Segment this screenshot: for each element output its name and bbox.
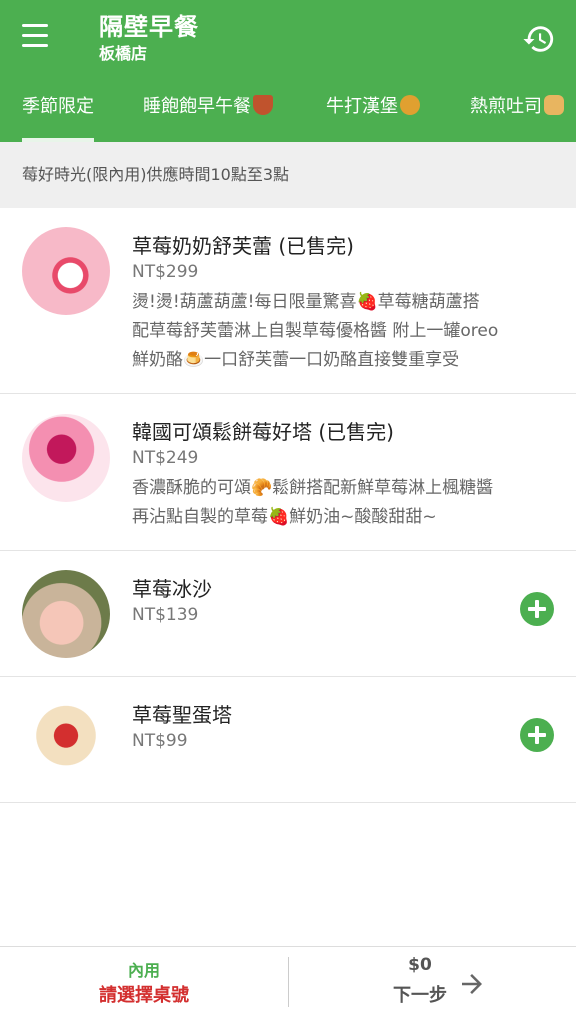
category-tabs: 季節限定 睡飽飽早午餐 牛打漢堡 熱煎吐司 <box>0 76 576 142</box>
item-price: NT$249 <box>132 448 199 468</box>
tab-brunch[interactable]: 睡飽飽早午餐 <box>143 76 273 142</box>
item-photo <box>22 414 110 502</box>
menu-item[interactable]: 草莓聖蛋塔 NT$99 <box>0 677 576 803</box>
item-photo <box>22 696 110 784</box>
heart-icon <box>253 95 273 115</box>
tab-label: 季節限定 <box>22 96 94 117</box>
desc-line: 鮮奶酪🍮一口舒芙蕾一口奶酪直接雙重享受 <box>132 350 460 370</box>
next-step-button[interactable]: $0 下一步 <box>289 947 576 1025</box>
burger-icon <box>400 95 420 115</box>
item-name: 草莓奶奶舒芙蕾 (已售完) <box>132 234 354 258</box>
tab-label: 牛打漢堡 <box>326 96 398 117</box>
add-item-button[interactable] <box>520 592 554 626</box>
item-photo <box>22 227 110 315</box>
tab-seasonal[interactable]: 季節限定 <box>22 76 94 142</box>
category-notice: 莓好時光(限內用)供應時間10點至3點 <box>0 142 576 208</box>
menu-item[interactable]: 韓國可頌鬆餅莓好塔 (已售完) NT$249 香濃酥脆的可頌🥐鬆餅搭配新鮮草莓淋… <box>0 394 576 551</box>
menu-item[interactable]: 草莓奶奶舒芙蕾 (已售完) NT$299 燙!燙!葫蘆葫蘆!每日限量驚喜🍓草莓糖… <box>0 208 576 394</box>
item-description: 香濃酥脆的可頌🥐鬆餅搭配新鮮草莓淋上楓糖醬 再沾點自製的草莓🍓鮮奶油~酸酸甜甜~ <box>132 474 552 532</box>
item-name: 草莓聖蛋塔 <box>132 703 232 727</box>
store-title-block: 隔壁早餐 板橋店 <box>99 12 199 66</box>
store-branch: 板橋店 <box>99 44 148 63</box>
tab-label: 睡飽飽早午餐 <box>143 96 251 117</box>
dine-type-label: 內用 <box>127 961 160 980</box>
bread-icon <box>544 95 564 115</box>
item-photo <box>22 570 110 658</box>
history-icon[interactable] <box>522 22 556 56</box>
item-description: 燙!燙!葫蘆葫蘆!每日限量驚喜🍓草莓糖葫蘆搭 配草莓舒芙蕾淋上自製草莓優格醬 附… <box>132 288 552 375</box>
desc-line: 香濃酥脆的可頌🥐鬆餅搭配新鮮草莓淋上楓糖醬 <box>132 478 494 498</box>
checkout-bar: 內用 請選擇桌號 $0 下一步 <box>0 946 576 1024</box>
item-name: 草莓冰沙 <box>132 577 212 601</box>
add-item-button[interactable] <box>520 718 554 752</box>
item-price: NT$99 <box>132 731 188 751</box>
order-total: $0 <box>408 955 432 975</box>
arrow-right-icon <box>462 974 482 994</box>
tab-label: 熱煎吐司 <box>470 96 542 117</box>
menu-item[interactable]: 草莓冰沙 NT$139 <box>0 551 576 677</box>
store-name: 隔壁早餐 <box>99 13 199 41</box>
table-prompt: 請選擇桌號 <box>99 985 189 1006</box>
desc-line: 配草莓舒芙蕾淋上自製草莓優格醬 附上一罐oreo <box>132 321 499 341</box>
menu-icon[interactable] <box>22 24 56 52</box>
item-price: NT$299 <box>132 262 199 282</box>
app-bar: 隔壁早餐 板橋店 <box>0 0 576 76</box>
tab-burger[interactable]: 牛打漢堡 <box>326 76 420 142</box>
table-select-button[interactable]: 內用 請選擇桌號 <box>0 947 288 1025</box>
desc-line: 燙!燙!葫蘆葫蘆!每日限量驚喜🍓草莓糖葫蘆搭 <box>132 292 480 312</box>
next-step-label: 下一步 <box>393 985 447 1006</box>
tab-toast[interactable]: 熱煎吐司 <box>470 76 564 142</box>
desc-line: 再沾點自製的草莓🍓鮮奶油~酸酸甜甜~ <box>132 507 437 527</box>
item-name: 韓國可頌鬆餅莓好塔 (已售完) <box>132 420 394 444</box>
item-price: NT$139 <box>132 605 199 625</box>
menu-list: 草莓奶奶舒芙蕾 (已售完) NT$299 燙!燙!葫蘆葫蘆!每日限量驚喜🍓草莓糖… <box>0 208 576 803</box>
